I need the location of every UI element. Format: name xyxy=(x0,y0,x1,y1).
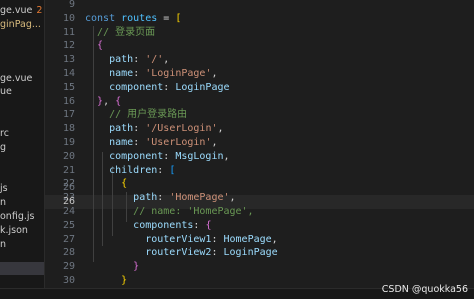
code-line: path: 'HomePage', xyxy=(133,192,236,204)
file-item[interactable]: ue xyxy=(0,85,12,98)
file-item-selected[interactable] xyxy=(0,262,44,275)
line-number: 9 xyxy=(68,0,75,10)
line-number: 15 xyxy=(62,81,75,93)
code-line: routerView1: HomePage, xyxy=(145,233,278,245)
code-line: name: 'UserLogin', xyxy=(109,137,218,148)
line-number: 13 xyxy=(62,54,75,66)
code-line: children: [ xyxy=(109,164,176,176)
line-number: 24 xyxy=(62,206,75,217)
file-name: onfig.js xyxy=(0,211,35,222)
code-line: }, { xyxy=(97,95,122,107)
line-number: 11 xyxy=(62,26,75,38)
line-number: 28 xyxy=(62,247,75,259)
line-number: 16 xyxy=(62,95,75,107)
code-line: component: MsgLogin, xyxy=(109,150,230,162)
watermark: CSDN @quokka56 xyxy=(381,284,468,295)
file-name: ue xyxy=(0,86,12,97)
code-line: path: '/UserLogin', xyxy=(109,123,224,135)
code-line: } xyxy=(133,261,140,273)
line-number: 10 xyxy=(62,12,75,24)
code-line: // 用户登录路由 xyxy=(109,109,188,121)
code-line: } xyxy=(121,275,128,286)
line-number: 19 xyxy=(62,137,75,148)
line-number: 18 xyxy=(62,123,75,135)
line-number: 25 xyxy=(62,219,75,231)
code-line: const routes = [ xyxy=(85,12,182,24)
line-number: 27 xyxy=(62,233,75,245)
code-line: name: 'LoginPage', xyxy=(109,68,218,79)
file-name: k.json xyxy=(0,225,28,236)
file-item[interactable]: rc xyxy=(0,127,9,140)
line-number: 30 xyxy=(62,275,75,286)
code-line: routerView2: LoginPage xyxy=(145,247,278,259)
explorer-sidebar: ge.vue2 ginPag...1 ge.vue ue rc g js n o… xyxy=(0,0,45,289)
file-item[interactable]: js xyxy=(0,182,8,195)
file-name: ginPag... xyxy=(0,19,41,30)
file-name: ge.vue xyxy=(0,5,33,16)
line-number: 29 xyxy=(62,261,75,273)
file-name: n xyxy=(0,239,7,250)
code-line: { xyxy=(121,178,128,190)
line-number: 14 xyxy=(62,68,75,79)
line-number: 20 xyxy=(62,150,75,162)
code-line: // name: 'HomePage', xyxy=(133,206,254,217)
line-number: 17 xyxy=(62,109,75,121)
file-item[interactable]: onfig.js xyxy=(0,210,34,223)
code-line: path: '/', xyxy=(109,54,170,66)
file-item[interactable]: ge.vue 2 xyxy=(0,4,42,17)
code-line: { xyxy=(97,40,104,52)
line-number: 21 xyxy=(62,164,75,176)
file-name: js xyxy=(0,183,8,194)
problem-count-badge: 2 xyxy=(36,5,43,16)
file-item[interactable]: n xyxy=(0,238,6,251)
file-name: ge.vue xyxy=(0,73,33,84)
line-number: 12 xyxy=(62,40,75,52)
file-item[interactable]: g xyxy=(0,141,6,154)
code-line: component: LoginPage xyxy=(109,81,230,93)
code-line: components: { xyxy=(133,219,212,231)
file-item-active[interactable]: ginPag...1 xyxy=(0,18,44,31)
file-name: g xyxy=(0,142,7,153)
line-number: 26 xyxy=(62,182,75,193)
code-line: // 登录页面 xyxy=(97,26,156,38)
file-item[interactable]: k.json xyxy=(0,224,28,237)
file-name: rc xyxy=(0,128,9,139)
file-item[interactable]: n xyxy=(0,196,6,209)
file-name: n xyxy=(0,197,7,208)
code-editor[interactable]: 9 10 11 12 13 14 15 16 17 18 19 20 21 22… xyxy=(45,0,474,289)
file-item[interactable]: ge.vue xyxy=(0,72,32,85)
